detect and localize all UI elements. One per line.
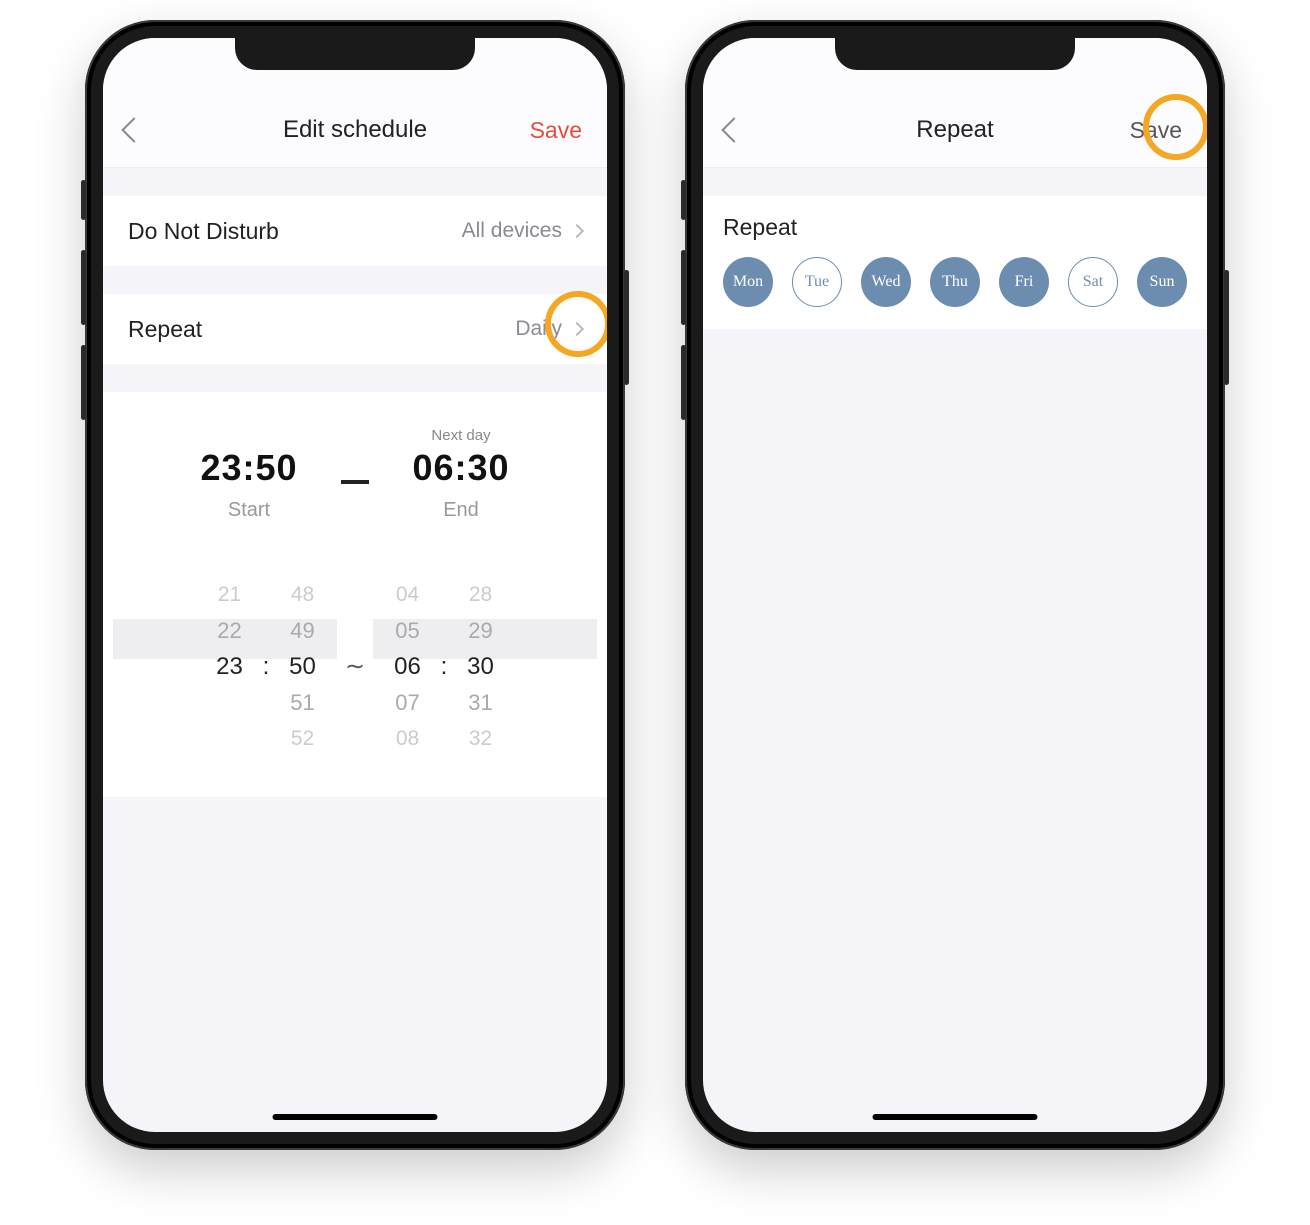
repeat-row[interactable]: Repeat Daily — [103, 294, 607, 364]
chevron-right-icon — [570, 322, 584, 336]
day-toggle-fri[interactable]: Fri — [999, 257, 1049, 307]
screen-1: Edit schedule Save Do Not Disturb All de… — [103, 38, 607, 1132]
start-hour-picker[interactable]: 21 22 23 — [202, 577, 257, 757]
screen-2: Repeat Save Repeat Mon Tue Wed Thu Fri Sat Sun — [703, 38, 1207, 1132]
repeat-title: Repeat — [723, 214, 1187, 241]
day-toggle-tue[interactable]: Tue — [792, 257, 842, 307]
save-button[interactable]: Save — [530, 117, 582, 144]
tilde: ∼ — [330, 577, 380, 757]
repeat-section: Repeat Mon Tue Wed Thu Fri Sat Sun — [703, 196, 1207, 329]
day-toggle-wed[interactable]: Wed — [861, 257, 911, 307]
repeat-value: Daily — [515, 317, 562, 341]
end-time-block: Next day 06:30 End — [401, 427, 521, 522]
time-display: 23:50 Start Next day 06:30 End — [103, 392, 607, 547]
dnd-row[interactable]: Do Not Disturb All devices — [103, 196, 607, 266]
start-label: Start — [189, 499, 309, 522]
phone-mockup-2: Repeat Save Repeat Mon Tue Wed Thu Fri Sat Sun — [685, 20, 1225, 1150]
end-hour-picker[interactable]: 04 05 06 07 08 — [380, 577, 435, 757]
colon: : — [257, 577, 275, 757]
phone-mockup-1: Edit schedule Save Do Not Disturb All de… — [85, 20, 625, 1150]
end-time: 06:30 — [401, 447, 521, 489]
dnd-value: All devices — [462, 219, 562, 243]
start-time-block: 23:50 Start — [189, 427, 309, 522]
day-toggle-thu[interactable]: Thu — [930, 257, 980, 307]
start-min-picker[interactable]: 48 49 50 51 52 — [275, 577, 330, 757]
end-label: End — [401, 499, 521, 522]
days-row: Mon Tue Wed Thu Fri Sat Sun — [723, 257, 1187, 307]
chevron-right-icon — [570, 224, 584, 238]
time-picker[interactable]: 21 22 23 : 48 49 50 51 52 ∼ 04 05 — [103, 547, 607, 797]
home-indicator[interactable] — [873, 1114, 1038, 1120]
day-toggle-sat[interactable]: Sat — [1068, 257, 1118, 307]
nav-bar: Repeat Save — [703, 38, 1207, 168]
dnd-value-wrap: All devices — [462, 219, 582, 243]
start-time: 23:50 — [189, 447, 309, 489]
save-button[interactable]: Save — [1130, 117, 1182, 144]
repeat-value-wrap: Daily — [515, 317, 582, 341]
colon: : — [435, 577, 453, 757]
end-min-picker[interactable]: 28 29 30 31 32 — [453, 577, 508, 757]
home-indicator[interactable] — [273, 1114, 438, 1120]
day-toggle-mon[interactable]: Mon — [723, 257, 773, 307]
next-day-label: Next day — [401, 427, 521, 445]
repeat-label: Repeat — [128, 316, 202, 343]
day-toggle-sun[interactable]: Sun — [1137, 257, 1187, 307]
dnd-label: Do Not Disturb — [128, 218, 279, 245]
dash-icon — [341, 480, 369, 484]
nav-bar: Edit schedule Save — [103, 38, 607, 168]
